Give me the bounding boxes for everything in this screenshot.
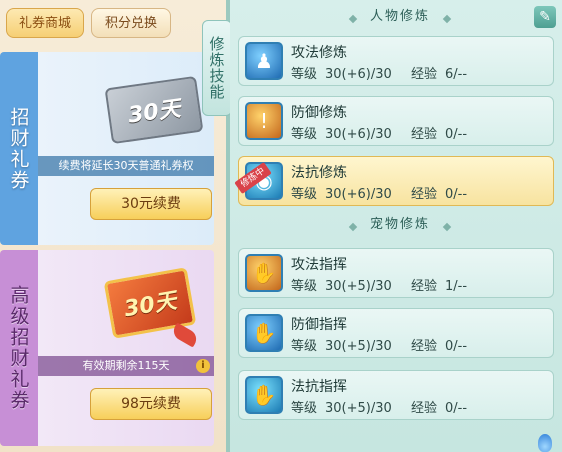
paw-defense-icon: ✋ — [245, 314, 283, 352]
edit-icon[interactable]: ✎ — [534, 6, 556, 28]
coupon-card-title: 高级招财礼券 — [7, 285, 30, 411]
skill-row-attack[interactable]: ♟ 攻法修炼 等级 30(+6)/30 经验 6/-- — [238, 36, 554, 86]
skill-name: 防御指挥 — [291, 317, 347, 333]
skill-row-pet-defense[interactable]: ✋ 防御指挥 等级 30(+5)/30 经验 0/-- — [238, 308, 554, 358]
shop-tabbar: 礼券商城 积分兑换 — [0, 0, 228, 46]
coupon-validity: 有效期剩余115天 i — [38, 356, 214, 376]
cultivation-panel: 人物修炼 ✎ ♟ 攻法修炼 等级 30(+6)/30 经验 6/-- ! 防御修炼 等… — [230, 0, 562, 452]
skill-stats: 等级 30(+5)/30 经验 0/-- — [291, 401, 468, 416]
cultivation-icon: ♟ — [245, 42, 283, 80]
tab-cultivation-skills[interactable]: 修炼技能 — [202, 20, 232, 116]
paw-attack-icon: ✋ — [245, 254, 283, 292]
skill-stats: 等级 30(+6)/30 经验 0/-- — [291, 127, 468, 142]
section-character-cultivation: 人物修炼 — [340, 6, 460, 28]
ticket-duration: 30天 — [122, 288, 179, 323]
ticket-icon: 30天 — [104, 75, 204, 145]
tab-coupon-shop[interactable]: 礼券商城 — [6, 8, 84, 38]
info-icon[interactable]: i — [196, 359, 210, 373]
flame-icon — [538, 434, 552, 452]
tab-points-exchange[interactable]: 积分兑换 — [91, 8, 171, 38]
skill-stats: 等级 30(+5)/30 经验 0/-- — [291, 339, 468, 354]
section-pet-cultivation: 宠物修炼 — [340, 214, 460, 236]
skill-stats: 等级 30(+6)/30 经验 0/-- — [291, 187, 468, 202]
skill-row-resist[interactable]: ◉ 修炼中 法抗修炼 等级 30(+6)/30 经验 0/-- — [234, 156, 554, 206]
skill-name: 防御修炼 — [291, 105, 347, 121]
skill-name: 攻法修炼 — [291, 45, 347, 61]
shop-panel: 礼券商城 积分兑换 招财礼券 30天 续费将延长30天普通礼券权 30元续费 高… — [0, 0, 228, 452]
coupon-desc: 续费将延长30天普通礼券权 — [38, 156, 214, 176]
coupon-card-standard: 招财礼券 30天 续费将延长30天普通礼券权 30元续费 — [0, 52, 214, 245]
coupon-card-premium: 高级招财礼券 30天 有效期剩余115天 i 98元续费 — [0, 250, 214, 446]
paw-resist-icon: ✋ — [245, 376, 283, 414]
skill-name: 法抗修炼 — [291, 165, 347, 181]
renew-30-button[interactable]: 30元续费 — [90, 188, 212, 220]
skill-row-defense[interactable]: ! 防御修炼 等级 30(+6)/30 经验 0/-- — [238, 96, 554, 146]
shield-icon: ! — [245, 102, 283, 140]
skill-row-pet-attack[interactable]: ✋ 攻法指挥 等级 30(+5)/30 经验 1/-- — [238, 248, 554, 298]
ribbon-icon — [170, 322, 200, 348]
coupon-card-title: 招财礼券 — [7, 106, 30, 191]
skill-stats: 等级 30(+6)/30 经验 6/-- — [291, 67, 468, 82]
renew-98-button[interactable]: 98元续费 — [90, 388, 212, 420]
skill-name: 法抗指挥 — [291, 379, 347, 395]
skill-row-pet-resist[interactable]: ✋ 法抗指挥 等级 30(+5)/30 经验 0/-- — [238, 370, 554, 420]
ticket-duration: 30天 — [126, 96, 183, 129]
skill-name: 攻法指挥 — [291, 257, 347, 273]
skill-stats: 等级 30(+5)/30 经验 1/-- — [291, 279, 468, 294]
